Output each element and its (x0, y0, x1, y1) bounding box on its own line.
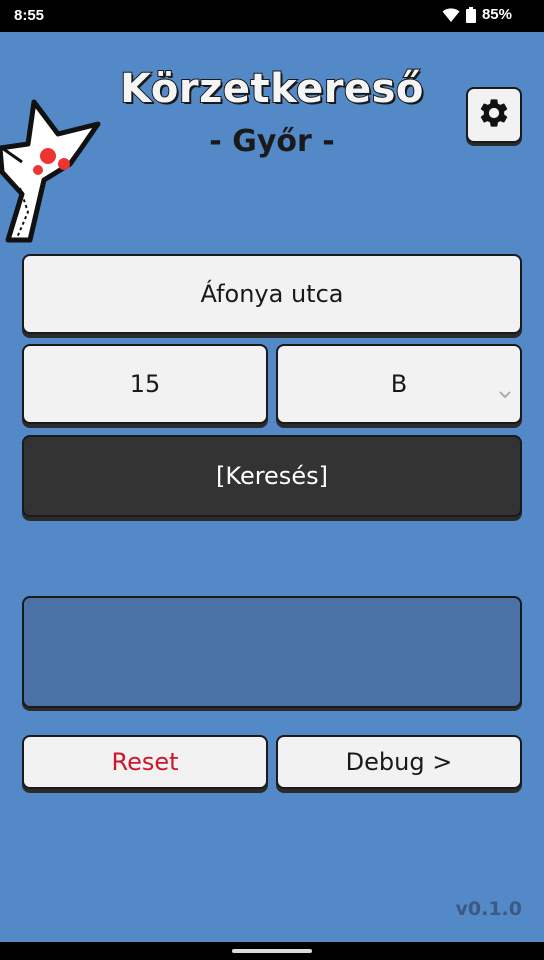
debug-button-label: Debug > (345, 748, 453, 776)
city-subtitle: - Győr - (209, 124, 335, 159)
search-button-label: [Keresés] (216, 462, 328, 490)
navigation-bar (0, 942, 544, 960)
app-screen: Körzetkereső - Győr - Áfonya utca 15 B [… (0, 32, 544, 942)
battery-icon (465, 6, 476, 23)
gear-icon (477, 96, 511, 134)
version-label: v0.1.0 (455, 898, 522, 920)
reset-button-label: Reset (111, 748, 179, 776)
debug-button[interactable]: Debug > (276, 735, 522, 789)
sub-letter-value: B (390, 370, 408, 398)
search-button[interactable]: [Keresés] (22, 435, 522, 517)
home-gesture-handle[interactable] (232, 949, 312, 953)
wifi-icon (442, 7, 460, 23)
app-title: Körzetkereső (119, 65, 424, 113)
chevron-down-icon (498, 378, 512, 406)
result-panel (22, 596, 522, 708)
house-number-value: 15 (129, 370, 161, 398)
sub-letter-select[interactable]: B (276, 344, 522, 424)
battery-percent: 85% (481, 6, 512, 23)
street-field[interactable]: Áfonya utca (22, 254, 522, 334)
reset-button[interactable]: Reset (22, 735, 268, 789)
status-time: 8:55 (14, 7, 45, 24)
status-icons: 85% (442, 6, 512, 23)
settings-button[interactable] (466, 87, 522, 143)
street-value: Áfonya utca (200, 280, 344, 308)
status-bar: 8:55 85% (0, 0, 544, 32)
house-number-field[interactable]: 15 (22, 344, 268, 424)
